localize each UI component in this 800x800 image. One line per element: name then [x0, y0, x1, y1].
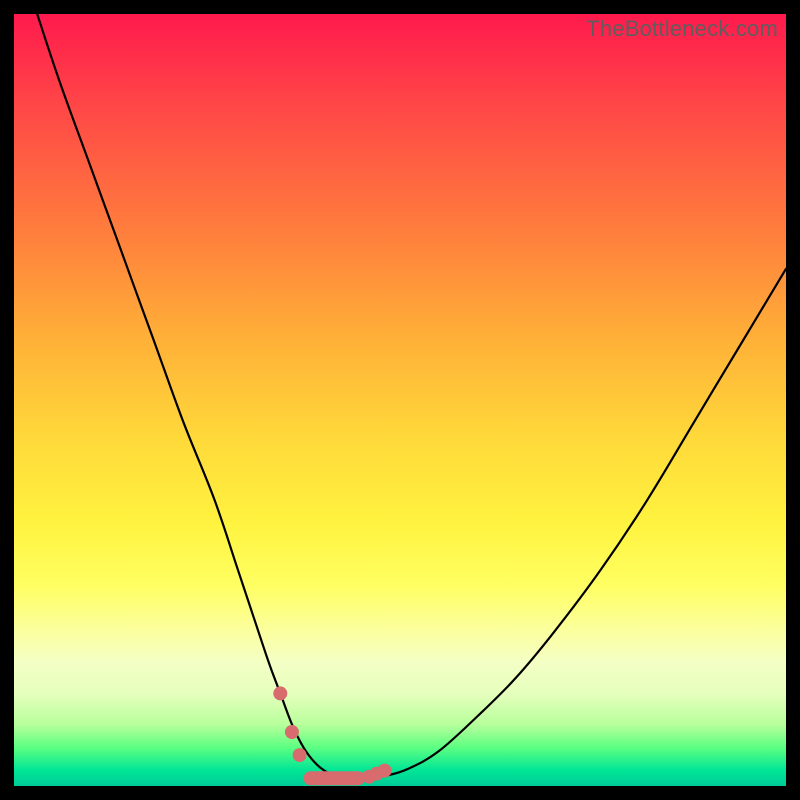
optimum-dot	[293, 748, 307, 762]
optimum-markers	[273, 686, 391, 785]
optimum-dot	[378, 764, 392, 778]
bottleneck-curve-plot	[14, 14, 786, 786]
optimum-dot	[285, 725, 299, 739]
curve-line	[37, 14, 786, 779]
optimum-bar	[304, 771, 366, 785]
chart-frame: TheBottleneck.com	[14, 14, 786, 786]
optimum-dot	[273, 686, 287, 700]
